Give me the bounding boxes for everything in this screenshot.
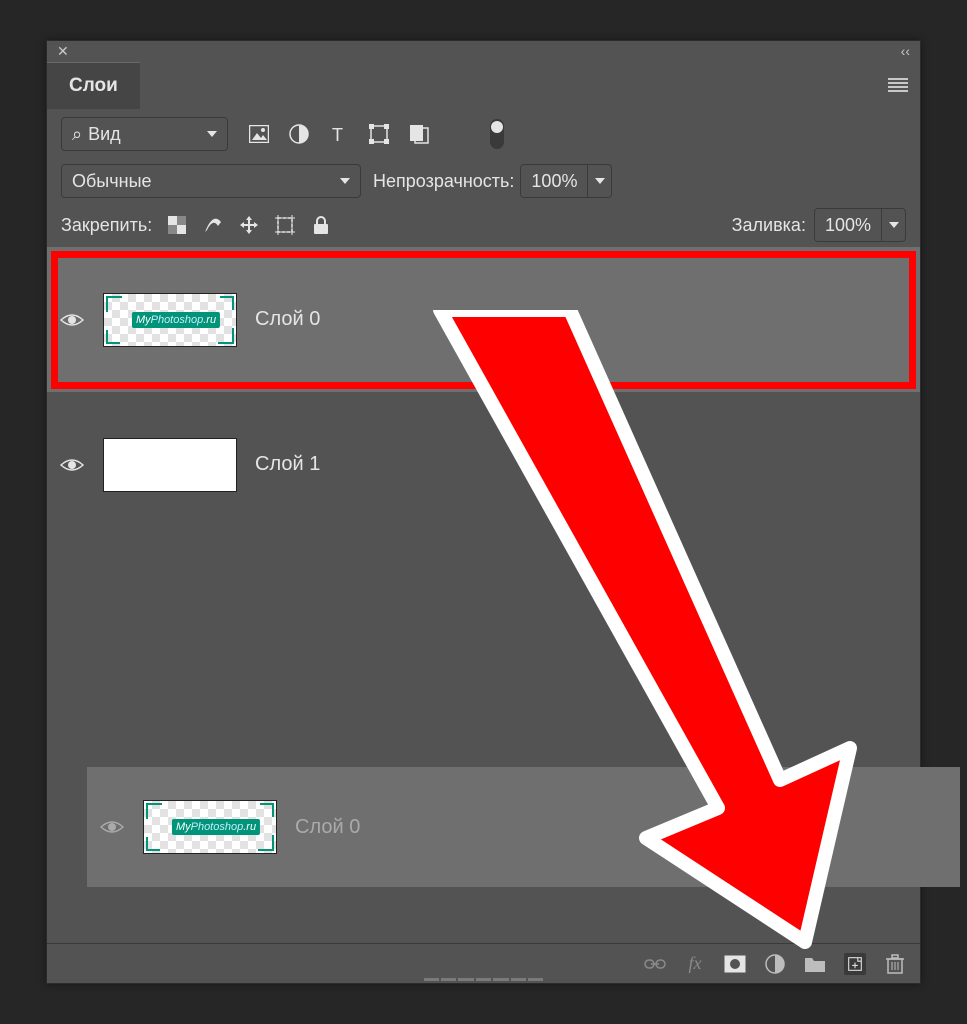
layer-row-drag-ghost: MyPhotoshop.ru Слой 0 [87,767,960,887]
new-group-icon[interactable] [804,953,826,975]
panel-top-row: ✕ ‹‹ [47,41,920,61]
delete-layer-icon[interactable] [884,953,906,975]
adjustment-layer-icon[interactable] [764,953,786,975]
layer-row[interactable]: MyPhotoshop.ru Слой 0 [47,247,920,392]
blend-mode-select[interactable]: Обычные [61,164,361,198]
lock-all-icon[interactable] [310,214,332,236]
tab-row: Слои [47,61,920,109]
new-layer-icon[interactable] [844,953,866,975]
filter-type-label: Вид [88,124,121,145]
panel-menu-icon[interactable] [888,78,908,92]
toggle-knob [491,121,503,133]
panel-bottom-toolbar: fx [47,943,920,983]
filter-type-icon[interactable]: T [328,123,350,145]
link-layers-icon[interactable] [644,953,666,975]
fill-input[interactable]: 100% [814,208,906,242]
opacity-label: Непрозрачность: [373,171,514,192]
layers-panel: ✕ ‹‹ Слои ⌕ Вид T [46,40,921,984]
layer-name[interactable]: Слой 0 [255,308,320,331]
lock-transparent-icon[interactable] [166,214,188,236]
close-icon[interactable]: ✕ [57,43,69,60]
blend-row: Обычные Непрозрачность: 100% [47,159,920,203]
filter-image-icon[interactable] [248,123,270,145]
fill-value: 100% [815,209,881,241]
lock-artboard-icon[interactable] [274,214,296,236]
layers-list: MyPhotoshop.ru Слой 0 Слой 1 MyPhotoshop… [47,247,920,537]
filter-row: ⌕ Вид T [47,109,920,159]
visibility-eye-icon [87,819,137,835]
opacity-dropdown[interactable] [587,165,611,197]
search-icon: ⌕ [72,124,82,145]
watermark-text: MyPhotoshop.ru [172,819,260,835]
lock-label: Закрепить: [61,215,152,236]
svg-text:T: T [332,125,343,143]
filter-smartobject-icon[interactable] [408,123,430,145]
chevron-down-icon [207,131,217,137]
lock-row: Закрепить: Заливка: 100% [47,203,920,247]
visibility-eye-icon[interactable] [47,457,97,473]
watermark-text: MyPhotoshop.ru [132,312,220,328]
filter-toggle[interactable] [490,119,504,149]
layer-name: Слой 0 [295,816,360,839]
layer-row[interactable]: Слой 1 [47,392,920,537]
lock-pixels-icon[interactable] [202,214,224,236]
layer-mask-icon[interactable] [724,953,746,975]
filter-shape-icon[interactable] [368,123,390,145]
layer-thumbnail: MyPhotoshop.ru [143,800,277,854]
visibility-eye-icon[interactable] [47,312,97,328]
fill-label: Заливка: [732,215,806,236]
layer-name[interactable]: Слой 1 [255,453,320,476]
chevron-down-icon [340,178,350,184]
layer-thumbnail[interactable]: MyPhotoshop.ru [103,293,237,347]
fill-dropdown[interactable] [881,209,905,241]
blend-mode-value: Обычные [72,171,152,192]
filter-adjustment-icon[interactable] [288,123,310,145]
lock-position-icon[interactable] [238,214,260,236]
filter-icons: T [248,123,430,145]
panel-resize-handle[interactable] [424,977,544,983]
tab-layers[interactable]: Слои [47,62,140,109]
layer-thumbnail[interactable] [103,438,237,492]
opacity-value: 100% [521,165,587,197]
layer-style-icon[interactable]: fx [684,953,706,975]
opacity-input[interactable]: 100% [520,164,612,198]
collapse-icon[interactable]: ‹‹ [901,43,910,59]
filter-type-select[interactable]: ⌕ Вид [61,117,228,151]
